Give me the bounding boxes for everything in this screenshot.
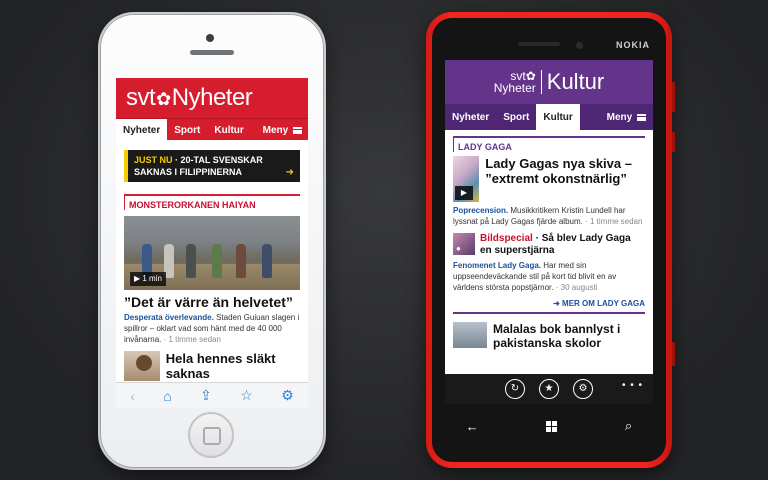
front-camera <box>576 42 583 49</box>
search-icon[interactable]: ⌕ <box>625 418 632 434</box>
hamburger-icon <box>637 114 646 121</box>
next-article-headline: Hela hennes släkt saknas <box>165 351 276 381</box>
article-headline[interactable]: ”Det är värre än helvetet” <box>124 294 300 310</box>
star-icon[interactable]: ★ <box>539 379 559 399</box>
tab-nyheter[interactable]: Nyheter <box>116 119 168 141</box>
breaking-text-2: SAKNAS I FILIPPINERNA <box>134 167 243 177</box>
browser-toolbar: ‹ ⌂ ⇪ ☆ ⚙ <box>116 382 308 408</box>
nokia-device: NOKIA svt✿ Nyheter Kultur Nyheter Sport … <box>426 12 675 468</box>
lead-article[interactable]: ▶ Lady Gagas nya skiva – ”extremt okonst… <box>453 156 645 202</box>
section-heading[interactable]: LADY GAGA <box>453 136 645 152</box>
third-article-headline: Malalas bok bannlyst i pakistanska skolo… <box>493 322 621 350</box>
gallery-headline: Bildspecial · Så blev Lady Gaga en super… <box>480 233 645 257</box>
hamburger-icon <box>293 127 302 134</box>
breaking-news-banner[interactable]: JUST NU · 20-TAL SVENSKAR SAKNAS I FILIP… <box>124 150 300 182</box>
photo-person <box>262 244 272 278</box>
main-nav: Nyheter Sport Kultur Meny <box>445 104 653 130</box>
volume-button[interactable] <box>672 82 675 112</box>
hardware-softkeys: ← ⌕ <box>432 408 666 444</box>
photo-person <box>212 244 222 278</box>
menu-button[interactable]: Meny <box>256 119 308 141</box>
svt-header: svt✿Nyheter <box>116 78 308 118</box>
settings-icon[interactable]: ⚙ <box>573 379 593 399</box>
svt-nyheter-logo[interactable]: svt✿ Nyheter <box>494 70 542 94</box>
breaking-tag: JUST NU <box>134 155 173 165</box>
iphone-device: svt✿Nyheter Nyheter Sport Kultur Meny JU… <box>98 12 326 470</box>
flower-icon: ✿ <box>156 89 171 109</box>
logo-nyheter-text: Nyheter <box>171 84 253 111</box>
breaking-text-1: · 20-TAL SVENSKAR <box>175 155 263 165</box>
gallery-tag: Bildspecial <box>480 233 533 244</box>
next-article-thumbnail <box>124 351 160 381</box>
home-button[interactable] <box>188 412 234 458</box>
tab-sport[interactable]: Sport <box>496 104 536 130</box>
article-kicker: Desperata överlevande. <box>124 313 214 322</box>
video-duration: 1 min <box>142 274 162 283</box>
svt-kultur-header: svt✿ Nyheter Kultur <box>445 60 653 104</box>
gallery-thumbnail: ● <box>453 233 475 255</box>
menu-label: Meny <box>606 112 633 123</box>
more-dots-icon[interactable]: • • • <box>622 380 643 391</box>
logo-svt-text: svt <box>126 84 156 111</box>
menu-button[interactable]: Meny <box>600 104 653 130</box>
gallery-kicker: Fenomenet Lady Gaga. <box>453 261 542 270</box>
article-summary: Desperata överlevande. Staden Guiuan sla… <box>124 312 300 345</box>
earpiece-speaker <box>190 50 234 55</box>
tab-kultur[interactable]: Kultur <box>207 119 250 141</box>
lead-article-summary: Poprecension. Musikkritikern Kristin Lun… <box>453 205 645 227</box>
menu-label: Meny <box>262 125 289 136</box>
tab-sport[interactable]: Sport <box>167 119 207 141</box>
svt-nyheter-logo[interactable]: svt✿Nyheter <box>126 84 253 112</box>
more-link[interactable]: ➜ MER OM LADY GAGA <box>453 299 645 314</box>
article-time: · 1 timme sedan <box>163 335 221 344</box>
photo-person <box>186 244 196 278</box>
photo-person <box>236 244 246 278</box>
logo-kultur-text: Kultur <box>546 69 605 94</box>
logo-nyheter-text: Nyheter <box>493 81 536 95</box>
refresh-icon[interactable]: ↻ <box>505 379 525 399</box>
tab-kultur[interactable]: Kultur <box>536 104 580 130</box>
third-article[interactable]: Malalas bok bannlyst i pakistanska skolo… <box>453 322 645 350</box>
gallery-summary: Fenomenet Lady Gaga. Har med sin uppseen… <box>453 260 645 293</box>
power-button[interactable] <box>672 132 675 152</box>
third-article-thumbnail <box>453 322 487 348</box>
star-icon[interactable]: ☆ <box>240 387 253 404</box>
nokia-screen: svt✿ Nyheter Kultur Nyheter Sport Kultur… <box>445 60 653 374</box>
front-camera <box>206 34 214 42</box>
lead-article-image: ▶ <box>453 156 480 202</box>
tab-nyheter[interactable]: Nyheter <box>445 104 496 130</box>
settings-icon[interactable]: ⚙ <box>281 387 294 404</box>
back-arrow-icon[interactable]: ← <box>466 419 479 434</box>
next-article[interactable]: Hela hennes släkt saknas <box>124 351 300 381</box>
lead-article-time: · 1 timme sedan <box>585 217 643 226</box>
main-nav: Nyheter Sport Kultur Meny <box>116 118 308 141</box>
section-heading[interactable]: MONSTERORKANEN HAIYAN <box>124 194 300 210</box>
windows-start-icon[interactable] <box>546 420 558 432</box>
lead-article-kicker: Poprecension. <box>453 206 509 215</box>
home-icon[interactable]: ⌂ <box>163 388 171 404</box>
iphone-screen: svt✿Nyheter Nyheter Sport Kultur Meny JU… <box>116 78 308 408</box>
lead-article-headline: Lady Gagas nya skiva – ”extremt okonstnä… <box>485 156 632 186</box>
nokia-brand: NOKIA <box>616 40 650 50</box>
video-duration-badge: ▶ 1 min <box>130 272 166 286</box>
play-icon: ▶ <box>455 186 473 200</box>
app-bar: ↻ ★ ⚙ • • • <box>445 374 653 404</box>
gallery-article[interactable]: ● Bildspecial · Så blev Lady Gaga en sup… <box>453 233 645 257</box>
arrow-right-icon: ➜ <box>285 167 294 178</box>
back-icon[interactable]: ‹ <box>130 388 135 404</box>
article-photo[interactable]: ▶ 1 min <box>124 216 300 290</box>
camera-icon: ● <box>456 244 461 253</box>
gallery-time: · 30 augusti <box>555 283 598 292</box>
share-icon[interactable]: ⇪ <box>200 387 212 404</box>
earpiece-speaker <box>518 42 560 46</box>
camera-button[interactable] <box>672 342 675 366</box>
